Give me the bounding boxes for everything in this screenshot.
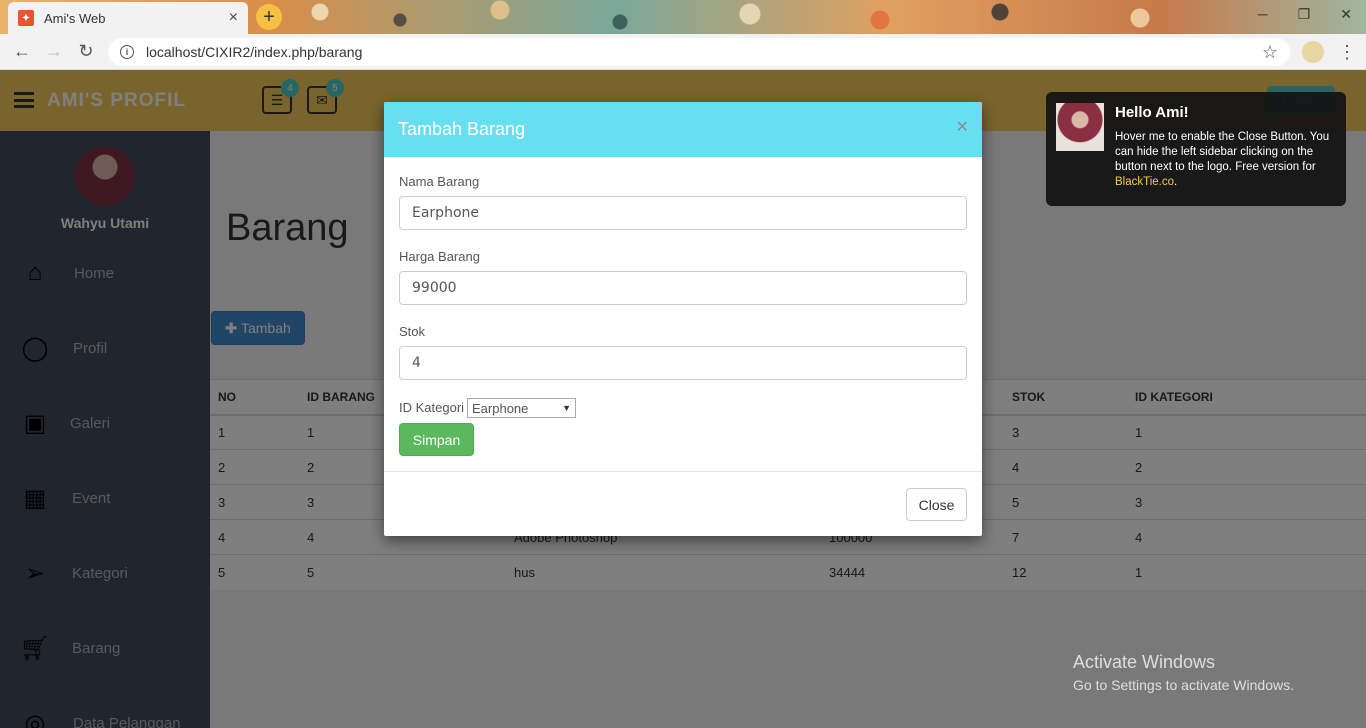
- close-icon[interactable]: ×: [956, 116, 968, 139]
- notification-avatar: [1056, 103, 1104, 151]
- browser-toolbar: ← → ↻ i localhost/CIXIR2/index.php/baran…: [0, 34, 1366, 70]
- watermark-line-1: Activate Windows: [1073, 652, 1216, 672]
- bookmark-star-icon[interactable]: ☆: [1262, 42, 1278, 63]
- id-kategori-selected: Earphone: [472, 400, 529, 416]
- close-button[interactable]: Close: [906, 488, 967, 521]
- id-kategori-label: ID Kategori: [399, 400, 465, 415]
- window-controls: ─ ❐ ✕: [1258, 6, 1352, 23]
- window-close-icon[interactable]: ✕: [1340, 6, 1352, 23]
- activate-windows-watermark: Activate Windows Go to Settings to activ…: [1073, 652, 1294, 693]
- theme-background: [280, 0, 1220, 34]
- simpan-button[interactable]: Simpan: [399, 423, 474, 456]
- chevron-down-icon: ▼: [562, 403, 571, 413]
- reload-icon[interactable]: ↻: [70, 41, 102, 62]
- notification-title: Hello Ami!: [1115, 104, 1189, 121]
- favicon-icon: ✦: [18, 10, 34, 26]
- modal-header: Tambah Barang ×: [384, 102, 982, 157]
- stok-input[interactable]: 4: [399, 346, 967, 380]
- minimize-icon[interactable]: ─: [1258, 6, 1268, 23]
- address-bar[interactable]: i localhost/CIXIR2/index.php/barang ☆: [108, 38, 1290, 66]
- tab-title: Ami's Web: [44, 10, 106, 26]
- nama-barang-label: Nama Barang: [399, 174, 480, 189]
- tambah-barang-modal: Tambah Barang × Nama Barang Earphone Har…: [384, 102, 982, 536]
- watermark-line-2: Go to Settings to activate Windows.: [1073, 677, 1294, 693]
- new-tab-button[interactable]: +: [256, 4, 282, 30]
- profile-avatar[interactable]: [1302, 41, 1324, 63]
- id-kategori-select[interactable]: Earphone ▼: [467, 398, 576, 418]
- modal-title: Tambah Barang: [398, 119, 526, 139]
- stok-label: Stok: [399, 324, 426, 339]
- back-icon[interactable]: ←: [6, 41, 38, 62]
- harga-barang-input[interactable]: 99000: [399, 271, 967, 305]
- close-tab-icon[interactable]: ×: [229, 9, 238, 27]
- info-icon[interactable]: i: [120, 45, 134, 59]
- nama-barang-input[interactable]: Earphone: [399, 196, 967, 230]
- harga-barang-label: Harga Barang: [399, 249, 480, 264]
- blacktie-link[interactable]: BlackTie.co: [1115, 176, 1174, 188]
- browser-tab-strip: ✦ Ami's Web × + ─ ❐ ✕: [0, 0, 1366, 34]
- welcome-notification[interactable]: Hello Ami! Hover me to enable the Close …: [1046, 92, 1346, 206]
- notification-body: Hover me to enable the Close Button. You…: [1115, 130, 1341, 190]
- restore-icon[interactable]: ❐: [1298, 6, 1311, 23]
- browser-menu-icon[interactable]: ⋮: [1338, 42, 1356, 63]
- browser-tab[interactable]: ✦ Ami's Web ×: [8, 2, 248, 34]
- notification-suffix: .: [1174, 176, 1178, 188]
- notification-text: Hover me to enable the Close Button. You…: [1115, 131, 1330, 173]
- forward-icon[interactable]: →: [38, 41, 70, 62]
- modal-footer: Close: [384, 471, 982, 536]
- url-text: localhost/CIXIR2/index.php/barang: [146, 44, 363, 60]
